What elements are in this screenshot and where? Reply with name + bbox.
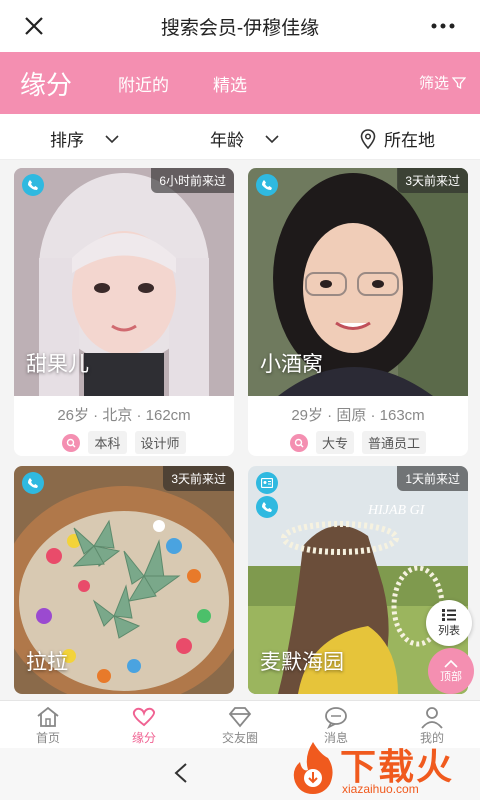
education-tag: 本科 bbox=[88, 431, 127, 454]
back-to-top-label: 顶部 bbox=[440, 670, 462, 683]
age-label: 年龄 bbox=[210, 131, 244, 150]
watermark-domain: xiazaihuo.com bbox=[342, 782, 419, 796]
heart-icon bbox=[132, 707, 156, 727]
id-badge-icon bbox=[256, 472, 278, 494]
last-seen-badge: 3天前来过 bbox=[397, 168, 468, 193]
sort-dropdown[interactable]: 排序 bbox=[50, 126, 120, 151]
tab-bar: 缘分 附近的 精选 筛选 bbox=[0, 52, 480, 114]
last-seen-badge: 1天前来过 bbox=[397, 466, 468, 491]
page-title: 搜索会员-伊穆佳缘 bbox=[160, 17, 320, 39]
location-pin-icon bbox=[360, 128, 376, 149]
nav-label: 首页 bbox=[35, 731, 60, 745]
filter-button[interactable]: 筛选 bbox=[419, 72, 466, 93]
home-icon bbox=[37, 706, 59, 727]
member-card[interactable]: 6小时前来过 甜果儿 26岁 · 北京 · 162cm 本科 设计师 bbox=[14, 168, 234, 456]
tag-icon bbox=[62, 433, 81, 452]
nav-label: 交友圈 bbox=[221, 731, 258, 745]
sort-label: 排序 bbox=[50, 131, 84, 150]
nav-fate[interactable]: 缘分 bbox=[96, 701, 192, 748]
phone-badge-icon bbox=[22, 174, 44, 196]
chevron-up-icon bbox=[444, 659, 458, 668]
title-bar: 搜索会员-伊穆佳缘 bbox=[0, 0, 480, 52]
filter-row: 排序 年龄 所在地 bbox=[0, 114, 480, 160]
job-tag: 普通员工 bbox=[362, 431, 427, 454]
phone-badge-icon bbox=[256, 174, 278, 196]
tab-fate[interactable]: 缘分 bbox=[20, 65, 72, 102]
close-icon[interactable] bbox=[22, 14, 46, 38]
back-to-top-button[interactable]: 顶部 bbox=[428, 648, 474, 694]
tag-icon bbox=[289, 433, 308, 452]
member-name: 麦默海园 bbox=[260, 651, 344, 674]
chevron-down-icon bbox=[105, 134, 119, 143]
member-meta: 29岁 · 固原 · 163cm bbox=[291, 407, 425, 424]
chevron-down-icon bbox=[265, 134, 279, 143]
age-dropdown[interactable]: 年龄 bbox=[210, 126, 280, 151]
list-view-label: 列表 bbox=[438, 625, 460, 637]
more-icon[interactable] bbox=[430, 16, 456, 36]
user-icon bbox=[421, 707, 443, 729]
nav-home[interactable]: 首页 bbox=[0, 701, 96, 748]
chat-icon bbox=[325, 707, 347, 729]
filter-label: 筛选 bbox=[418, 75, 449, 92]
member-card[interactable]: 3天前来过 小酒窝 29岁 · 固原 · 163cm 大专 普通员工 bbox=[248, 168, 468, 456]
tab-nearby[interactable]: 附近的 bbox=[118, 71, 169, 96]
member-name: 小酒窝 bbox=[260, 353, 323, 376]
member-grid: 6小时前来过 甜果儿 26岁 · 北京 · 162cm 本科 设计师 3天前来过… bbox=[0, 160, 480, 700]
last-seen-badge: 3天前来过 bbox=[163, 466, 234, 491]
location-label: 所在地 bbox=[384, 131, 435, 150]
member-photo: 3天前来过 小酒窝 bbox=[248, 168, 468, 396]
phone-badge-icon bbox=[22, 472, 44, 494]
phone-badge-icon bbox=[256, 496, 278, 518]
list-icon bbox=[442, 609, 456, 621]
member-card[interactable]: 3天前来过 拉拉 bbox=[14, 466, 234, 694]
location-filter[interactable]: 所在地 bbox=[360, 126, 435, 151]
funnel-icon bbox=[452, 76, 466, 89]
nav-friends-circle[interactable]: 交友圈 bbox=[192, 701, 288, 748]
diamond-icon bbox=[228, 707, 252, 728]
back-arrow-icon[interactable] bbox=[172, 762, 190, 784]
member-photo: 3天前来过 拉拉 bbox=[14, 466, 234, 694]
photo-caption: HIJAB GI bbox=[367, 503, 426, 518]
member-photo: 6小时前来过 甜果儿 bbox=[14, 168, 234, 396]
member-name: 甜果儿 bbox=[26, 353, 89, 376]
job-tag: 设计师 bbox=[134, 431, 186, 454]
member-name: 拉拉 bbox=[26, 651, 68, 674]
nav-label: 缘分 bbox=[131, 731, 156, 745]
member-meta: 26岁 · 北京 · 162cm bbox=[57, 407, 191, 424]
tab-picks[interactable]: 精选 bbox=[213, 71, 247, 96]
watermark: 下载火 xiazaihuo.com bbox=[282, 736, 480, 800]
last-seen-badge: 6小时前来过 bbox=[151, 168, 234, 193]
list-view-button[interactable]: 列表 bbox=[426, 600, 472, 646]
flame-logo-icon bbox=[293, 742, 333, 794]
education-tag: 大专 bbox=[315, 431, 354, 454]
